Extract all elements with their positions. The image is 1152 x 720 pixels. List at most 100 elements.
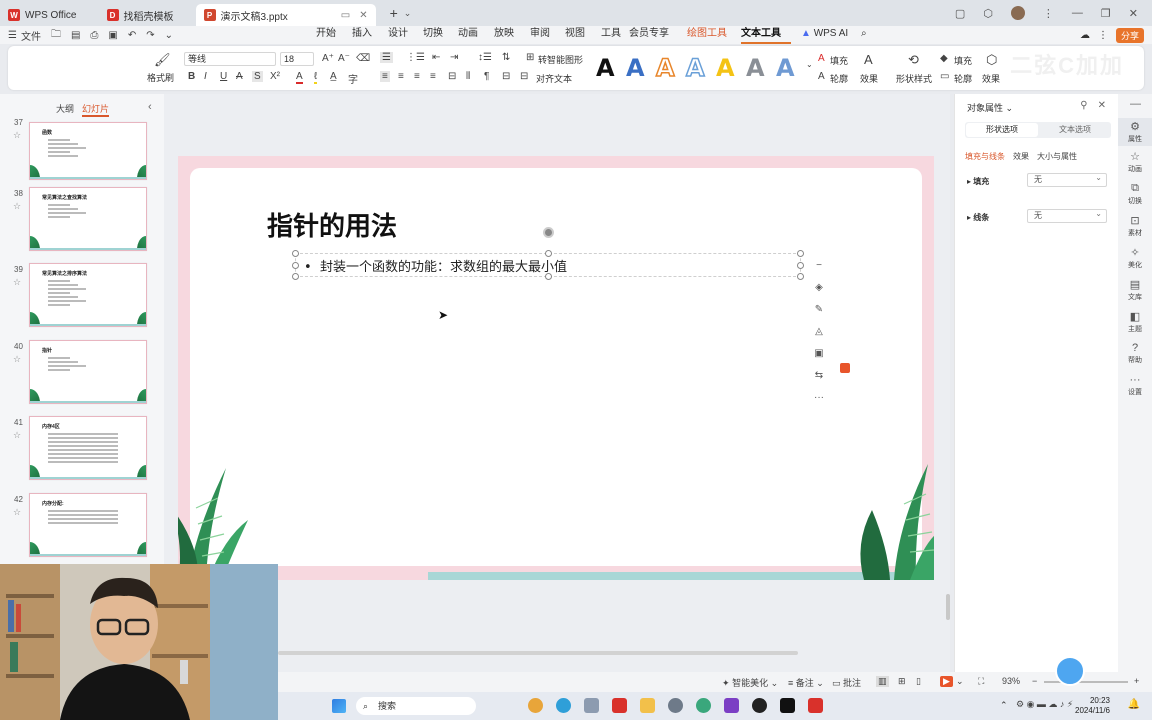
format-painter-icon[interactable]: 🖌 (154, 52, 171, 68)
slide-title[interactable]: 指针的用法 (267, 206, 397, 243)
tab-view[interactable]: 视图 (565, 26, 601, 44)
bold-icon[interactable]: B (188, 71, 195, 82)
tab-size-properties[interactable]: 大小与属性 (1037, 151, 1077, 162)
more-icon[interactable]: ⋮ (1098, 30, 1108, 41)
change-case-icon[interactable]: 字 (348, 71, 358, 86)
rail-transition[interactable]: ⧉ 切换 (1118, 182, 1152, 206)
text-direction-icon[interactable]: ⇅ (502, 52, 510, 63)
settings-icon[interactable] (668, 698, 683, 713)
minimize-icon[interactable]: — (1072, 7, 1083, 19)
align-text-button[interactable]: 对齐文本 (536, 72, 572, 85)
tab-outline[interactable]: 大纲 (56, 102, 74, 117)
text-outline-button[interactable]: 轮廓 (830, 72, 848, 85)
text-style-orange[interactable]: A (655, 53, 675, 83)
tab-slideshow[interactable]: 放映 (494, 26, 530, 44)
taskbar-clock[interactable]: 20:23 2024/11/6 (1075, 696, 1110, 716)
wps-writer-icon[interactable] (808, 698, 823, 713)
columns-icon[interactable]: ⫴ (466, 71, 470, 82)
resize-handle-tc[interactable] (545, 250, 552, 257)
print-icon[interactable]: ⎙ (90, 30, 98, 41)
tray-chevron-icon[interactable]: ⌃ (1000, 700, 1008, 711)
close-icon[interactable]: ✕ (359, 10, 367, 21)
fill-bucket-icon[interactable]: ◬ (815, 326, 823, 340)
folder-icon[interactable] (640, 698, 655, 713)
shape-effects-icon[interactable]: ⬡ (986, 52, 997, 68)
grow-font-icon[interactable]: A⁺ (322, 53, 334, 64)
layers-icon[interactable]: ◈ (815, 282, 823, 296)
shrink-font-icon[interactable]: A⁻ (338, 53, 350, 64)
font-name-select[interactable]: 等线 (184, 52, 276, 66)
rail-properties[interactable]: ⚙ 属性 (1118, 118, 1152, 146)
replace-icon[interactable]: ⇆ (815, 370, 823, 384)
tab-text-options[interactable]: 文本选项 (1039, 122, 1111, 138)
rail-beautify[interactable]: ✧ 美化 (1118, 246, 1152, 270)
shape-fill-icon[interactable]: ◆ (940, 53, 948, 64)
more-icon[interactable]: ⋮ (1043, 7, 1054, 20)
align-center-icon[interactable]: ≡ (398, 71, 404, 82)
restore-icon[interactable]: ❐ (1101, 7, 1111, 20)
reading-view-icon[interactable]: ▯ (916, 676, 921, 687)
fill-row[interactable]: ▸ 填充 (967, 176, 989, 187)
bullets-icon[interactable]: ☰ (380, 52, 393, 63)
tab-shape-options[interactable]: 形状选项 (966, 123, 1038, 137)
tray-icons[interactable]: ⚙ ◉ ▬ ☁ ♪ ⚡ (1016, 699, 1073, 710)
edge-icon[interactable] (556, 698, 571, 713)
text-style-blue[interactable]: A (626, 54, 645, 82)
share-button[interactable]: 分享 (1115, 27, 1144, 43)
shape-effects-button[interactable]: 效果 (982, 72, 1000, 85)
resize-handle-tr[interactable] (797, 250, 804, 257)
tab-slides[interactable]: 幻灯片 (82, 102, 110, 117)
text-effects-button[interactable]: 效果 (860, 72, 878, 85)
justify-icon[interactable]: ≡ (430, 71, 436, 82)
shape-outline-button[interactable]: 轮廓 (954, 72, 972, 85)
tab-home[interactable]: 开始 (316, 26, 352, 44)
more-horizontal-icon[interactable]: ··· (814, 392, 824, 406)
zoom-slider[interactable] (1044, 681, 1128, 683)
superscript-icon[interactable]: X² (270, 71, 280, 82)
wps-taskbar-icon[interactable] (612, 698, 627, 713)
sorter-view-icon[interactable]: ⊞ (898, 676, 906, 687)
start-icon[interactable] (332, 699, 346, 713)
vertical-scrollbar[interactable] (946, 594, 950, 620)
star-icon[interactable]: ☆ (13, 430, 21, 441)
pen-icon[interactable]: ✎ (815, 304, 823, 318)
slide-thumbnail[interactable]: 指针 (29, 340, 147, 404)
star-icon[interactable]: ☆ (13, 277, 21, 288)
tab-presentation[interactable]: P 演示文稿3.pptx ▭ ✕ (195, 4, 376, 26)
play-button[interactable]: ▶ (940, 676, 953, 687)
rail-animation[interactable]: ☆ 动画 (1118, 150, 1152, 174)
line-spacing-icon[interactable]: ↕☰ (478, 52, 492, 63)
line-select[interactable]: 无 (1027, 208, 1107, 223)
tab-member[interactable]: 会员专享 (629, 26, 687, 44)
resize-handle-br[interactable] (797, 273, 804, 280)
redo-icon[interactable]: ↷ (146, 30, 154, 41)
shape-outline-icon[interactable]: ▭ (940, 71, 949, 82)
rail-materials[interactable]: ⊡ 素材 (1118, 214, 1152, 238)
floating-assistant[interactable] (1055, 656, 1085, 686)
italic-icon[interactable]: I (204, 71, 207, 82)
char-spacing-icon[interactable]: A̲ (330, 71, 337, 82)
shadow-text-icon[interactable]: S (252, 71, 263, 82)
undo-icon[interactable]: ↶ (128, 30, 136, 41)
shape-style-button[interactable]: 形状样式 (896, 72, 932, 85)
text-style-black[interactable]: A (596, 54, 615, 82)
paragraph-icon[interactable]: ¶ (484, 71, 489, 82)
tab-wps-office[interactable]: W WPS Office (0, 4, 85, 26)
star-icon[interactable]: ☆ (13, 130, 21, 141)
tab-design[interactable]: 设计 (388, 26, 423, 44)
zoom-out-icon[interactable]: − (1032, 676, 1037, 686)
numbering-icon[interactable]: ⋮☰ (406, 52, 425, 63)
rail-library[interactable]: ▤ 文库 (1118, 278, 1152, 302)
resize-handle-tl[interactable] (292, 250, 299, 257)
open-icon[interactable]: 🗀 (51, 27, 61, 44)
increase-indent-icon[interactable]: ⇥ (450, 52, 458, 63)
text-effects-icon[interactable]: A (864, 52, 873, 67)
tab-review[interactable]: 审阅 (530, 26, 565, 44)
cloud-icon[interactable]: ☁ (1080, 30, 1090, 41)
save-icon[interactable]: ▤ (71, 30, 80, 41)
tab-text-tools[interactable]: 文本工具 (741, 26, 791, 44)
resize-handle-ml[interactable] (292, 262, 299, 269)
text-style-gradient-blue[interactable]: A (776, 54, 795, 82)
resize-handle-mr[interactable] (797, 262, 804, 269)
rail-help[interactable]: ? 帮助 (1118, 342, 1152, 365)
